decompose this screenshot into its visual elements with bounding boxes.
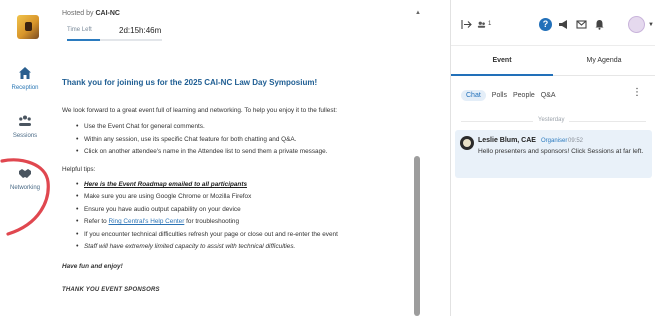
list-item: Within any session, use its specific Cha… xyxy=(76,135,407,145)
subtab-people[interactable]: People xyxy=(513,92,535,99)
help-center-link[interactable]: Ring Central's Help Center xyxy=(109,218,185,225)
list-item: Use the Event Chat for general comments. xyxy=(76,122,407,132)
megaphone-icon[interactable] xyxy=(558,19,569,30)
hosted-prefix: Hosted by xyxy=(62,10,94,17)
refer-suffix: for troubleshooting xyxy=(186,218,240,226)
handshake-icon xyxy=(19,169,31,178)
nav-networking-label: Networking xyxy=(9,185,40,191)
list-item: Refer to Ring Central's Help Center for … xyxy=(76,217,407,227)
nav-sessions[interactable]: Sessions xyxy=(0,114,50,139)
event-subtabs: Chat Polls People Q&A xyxy=(461,90,562,104)
subtab-chat[interactable]: Chat xyxy=(461,90,486,101)
sponsors-heading: THANK YOU EVENT SPONSORS xyxy=(62,286,160,293)
attendees-icon[interactable] xyxy=(477,19,486,30)
subtab-polls[interactable]: Polls xyxy=(492,92,507,99)
active-tab-indicator xyxy=(451,74,553,76)
chat-message[interactable]: Leslie Blum, CAE Organiser 09:52 Hello p… xyxy=(455,130,652,178)
time-left-progress-fill xyxy=(67,39,101,41)
more-options-icon[interactable]: ⋮ xyxy=(632,88,642,98)
event-roadmap-link[interactable]: Here is the Event Roadmap emailed to all… xyxy=(84,181,247,188)
user-avatar[interactable] xyxy=(628,16,645,33)
subtab-qa[interactable]: Q&A xyxy=(541,92,556,99)
collapse-panel-icon[interactable] xyxy=(461,19,472,30)
tab-event[interactable]: Event xyxy=(451,46,553,76)
list-item: If you encounter technical difficulties … xyxy=(76,230,407,240)
reception-content: Thank you for joining us for the 2025 CA… xyxy=(62,78,407,295)
time-left-progress xyxy=(67,39,162,41)
time-left-widget: Time Left 2d:15h:46m xyxy=(62,22,170,42)
helpful-tips-heading: Helpful tips: xyxy=(62,165,96,173)
helpful-tips-list: Here is the Event Roadmap emailed to all… xyxy=(76,180,407,252)
event-side-panel: 1 ? ▼ Event My Agenda Chat Polls People Q&A… xyxy=(450,0,655,316)
intro-text: We look forward to a great event full of… xyxy=(62,107,338,114)
bell-icon[interactable] xyxy=(594,19,605,30)
time-left-label: Time Left xyxy=(67,27,92,33)
left-nav-rail: Reception Sessions Networking xyxy=(0,0,50,316)
chevron-down-icon[interactable]: ▼ xyxy=(648,22,654,28)
host-name: CAI-NC xyxy=(95,10,120,17)
time-left-value: 2d:15h:46m xyxy=(119,26,162,35)
home-icon xyxy=(19,67,31,79)
list-item: Click on another attendee's name in the … xyxy=(76,147,407,157)
help-icon[interactable]: ? xyxy=(539,18,552,31)
list-item: Staff will have extremely limited capaci… xyxy=(76,242,407,252)
panel-top-bar: 1 ? ▼ xyxy=(451,0,655,46)
event-logo[interactable] xyxy=(17,15,39,39)
message-author-role: Organiser xyxy=(541,138,568,144)
nav-sessions-label: Sessions xyxy=(12,133,38,139)
nav-networking[interactable]: Networking xyxy=(0,166,50,191)
chat-tips-list: Use the Event Chat for general comments.… xyxy=(76,122,407,157)
tab-my-agenda[interactable]: My Agenda xyxy=(553,46,655,76)
list-item: Ensure you have audio output capability … xyxy=(76,205,407,215)
nav-reception-label: Reception xyxy=(11,85,39,91)
list-item: Here is the Event Roadmap emailed to all… xyxy=(76,180,407,190)
have-fun-text: Have fun and enjoy! xyxy=(62,263,123,271)
message-author[interactable]: Leslie Blum, CAE xyxy=(478,137,536,144)
scroll-up-arrow-icon[interactable]: ▲ xyxy=(415,10,421,16)
refer-prefix: Refer to xyxy=(84,218,107,226)
attendee-count: 1 xyxy=(488,21,492,27)
message-author-avatar xyxy=(460,136,474,150)
nav-reception[interactable]: Reception xyxy=(0,66,50,91)
day-label: Yesterday xyxy=(533,117,570,123)
hosted-by: Hosted by CAI-NC xyxy=(62,10,120,17)
welcome-heading: Thank you for joining us for the 2025 CA… xyxy=(62,78,318,87)
content-scrollbar[interactable] xyxy=(414,156,420,316)
list-item: Make sure you are using Google Chrome or… xyxy=(76,192,407,202)
panel-tabs: Event My Agenda xyxy=(451,46,655,76)
mail-icon[interactable] xyxy=(576,19,587,30)
people-group-icon xyxy=(19,115,31,126)
message-text: Hello presenters and sponsors! Click Ses… xyxy=(478,148,644,155)
message-time: 09:52 xyxy=(568,138,584,144)
